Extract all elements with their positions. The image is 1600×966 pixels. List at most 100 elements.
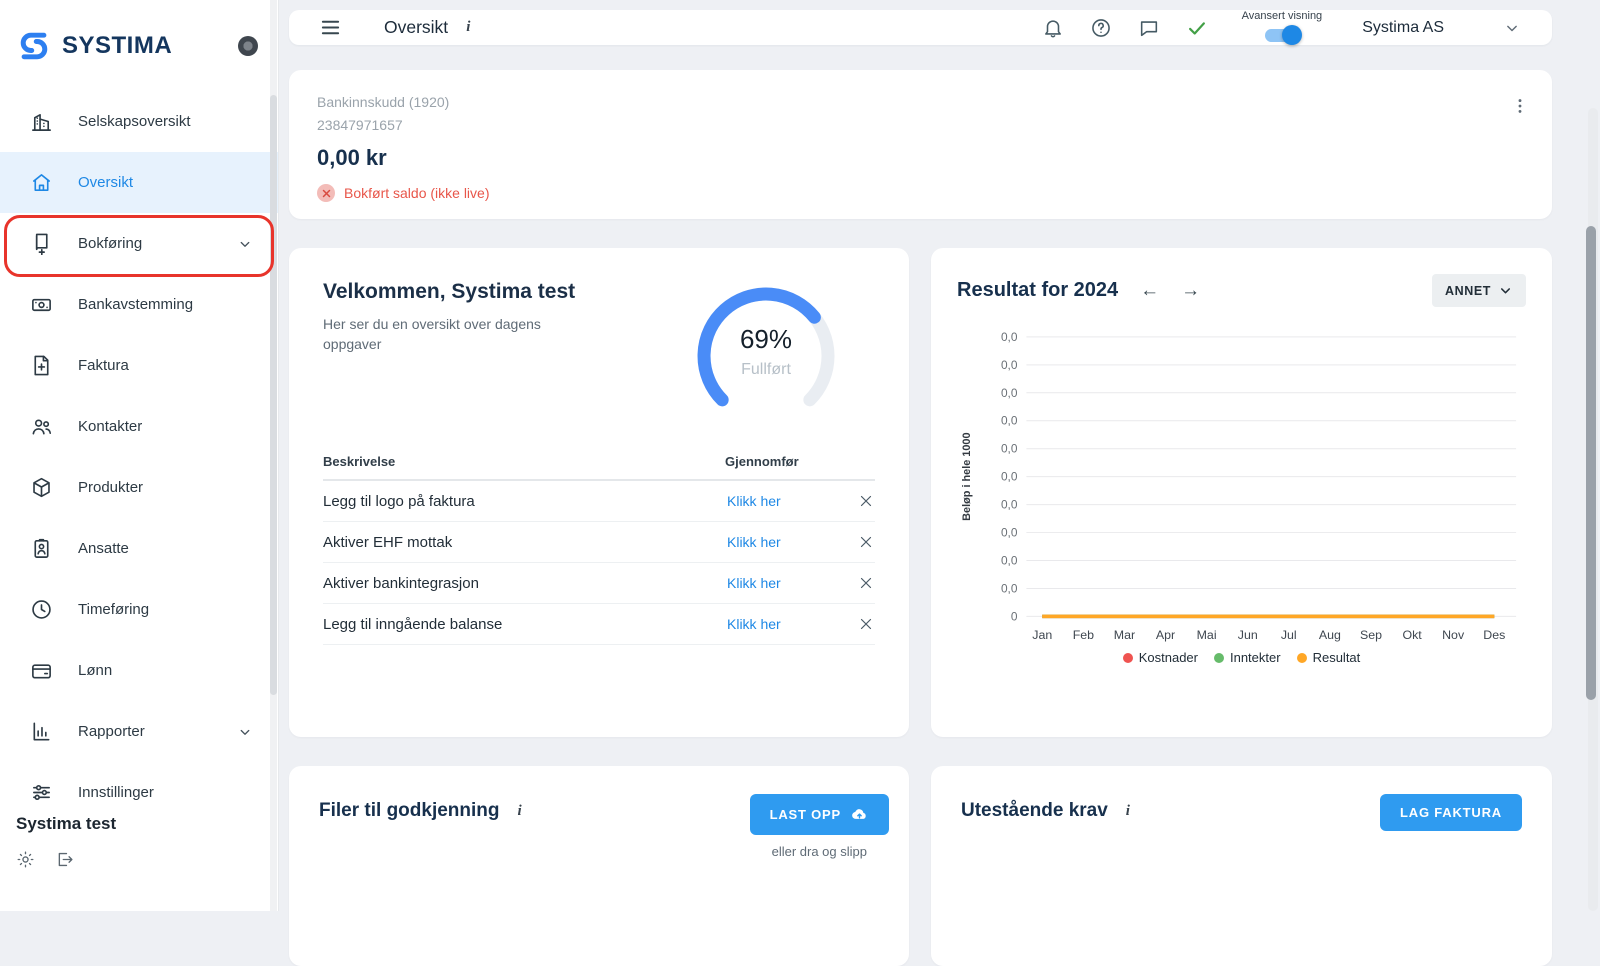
logo-text: SYSTIMA [62, 31, 173, 59]
gauge-caption: Fullført [741, 361, 791, 378]
sidebar-menu: Selskapsoversikt Oversikt Bokføring Bank… [0, 91, 278, 823]
legend-item-kostnader: Kostnader [1122, 650, 1198, 666]
hamburger-menu-icon[interactable] [319, 16, 342, 39]
sidebar-item-lonn[interactable]: Lønn [0, 640, 278, 701]
info-icon[interactable]: i [518, 803, 522, 820]
clock-icon [32, 600, 51, 619]
filter-button-label: ANNET [1444, 283, 1491, 298]
bottom-grid: Filer til godkjenning i LAST OPP eller d… [289, 766, 1552, 966]
more-options-icon[interactable] [1510, 96, 1530, 116]
sidebar-scrollbar-thumb[interactable] [270, 95, 277, 695]
table-row: Legg til logo på faktura Klikk her [323, 481, 875, 522]
user-name: Systima test [16, 814, 117, 833]
people-icon [32, 419, 52, 435]
sidebar-item-oversikt[interactable]: Oversikt [0, 152, 278, 213]
bank-balance: 0,00 kr [317, 145, 387, 170]
task-description: Legg til inngående balanse [323, 615, 503, 633]
sidebar-item-label: Bankavstemming [78, 296, 194, 313]
company-name: Systima AS [1362, 18, 1444, 36]
sidebar-item-bankavstemming[interactable]: Bankavstemming [0, 274, 278, 335]
bank-balance-card: Bankinnskudd (1920) 23847971657 0,00 kr … [289, 70, 1552, 219]
check-icon[interactable] [1186, 17, 1208, 39]
dismiss-x-icon[interactable] [857, 492, 875, 510]
logout-icon[interactable] [55, 850, 74, 869]
next-year-arrow-icon[interactable]: → [1181, 281, 1200, 300]
sidebar-item-timeforing[interactable]: Timeføring [0, 579, 278, 640]
svg-text:Jul: Jul [1281, 628, 1297, 642]
sidebar-item-selskapsoversikt[interactable]: Selskapsoversikt [0, 91, 278, 152]
topbar: Oversikt i Avansert visning Systima AS [289, 10, 1552, 45]
dashboard-grid: Velkommen, Systima test Her ser du en ov… [289, 248, 1552, 737]
claims-card-title: Utestående krav [961, 800, 1108, 821]
chart-filter-button[interactable]: ANNET [1431, 274, 1526, 307]
svg-text:0,0: 0,0 [1001, 470, 1018, 484]
upload-button[interactable]: LAST OPP [749, 794, 889, 835]
wallet-icon [32, 664, 51, 679]
task-action-link[interactable]: Klikk her [727, 493, 845, 509]
legend-label: Kostnader [1138, 650, 1198, 666]
result-title: Resultat for 2024 [957, 279, 1119, 301]
topbar-actions: Avansert visning Systima AS [1042, 10, 1522, 45]
svg-text:Okt: Okt [1402, 628, 1422, 642]
error-x-icon [317, 184, 335, 202]
welcome-subtitle: Her ser du en oversikt over dagens oppga… [323, 316, 541, 353]
dismiss-x-icon[interactable] [857, 574, 875, 592]
sidebar-scrollbar[interactable] [270, 0, 277, 911]
advanced-view-label: Avansert visning [1241, 10, 1323, 22]
svg-text:0,0: 0,0 [1001, 498, 1018, 512]
sidebar-item-label: Faktura [78, 357, 129, 374]
home-icon [33, 174, 50, 191]
notifications-bell-icon[interactable] [1042, 17, 1064, 39]
sidebar: SYSTIMA Selskapsoversikt Oversikt Bokfør… [0, 0, 279, 911]
create-invoice-label: LAG FAKTURA [1400, 805, 1502, 820]
progress-gauge: 69% Fullført [681, 276, 851, 428]
chat-icon[interactable] [1138, 17, 1160, 39]
info-icon[interactable]: i [1126, 803, 1130, 820]
svg-text:Jan: Jan [1032, 628, 1052, 642]
task-action-link[interactable]: Klikk her [727, 534, 845, 550]
sidebar-item-label: Bokføring [78, 235, 143, 252]
report-chart-icon [33, 722, 50, 741]
toggle-knob [1281, 25, 1302, 45]
page-title: Oversikt [384, 17, 449, 37]
sidebar-item-produkter[interactable]: Produkter [0, 457, 278, 518]
gear-icon[interactable] [16, 850, 35, 869]
company-selector[interactable]: Systima AS [1362, 18, 1522, 38]
sidebar-item-faktura[interactable]: Faktura [0, 335, 278, 396]
sidebar-item-label: Rapporter [78, 723, 145, 740]
chevron-down-icon [236, 235, 254, 253]
box-icon [33, 477, 50, 498]
svg-text:0,0: 0,0 [1001, 330, 1018, 344]
sidebar-item-rapporter[interactable]: Rapporter [0, 701, 278, 762]
svg-text:Beløp i hele 1000: Beløp i hele 1000 [961, 432, 973, 520]
app-root: SYSTIMA Selskapsoversikt Oversikt Bokfør… [0, 0, 1600, 966]
chevron-down-icon [1501, 288, 1510, 294]
dismiss-x-icon[interactable] [857, 615, 875, 633]
sidebar-item-kontakter[interactable]: Kontakter [0, 396, 278, 457]
page-scrollbar[interactable] [1586, 108, 1598, 911]
sidebar-collapse-button[interactable] [238, 35, 258, 56]
result-chart: 0,0 0,0 0,0 0,0 0,0 0,0 0,0 0,0 0,0 0,0 0 Jan Feb Mar… [961, 330, 1517, 642]
sidebar-item-ansatte[interactable]: Ansatte [0, 518, 278, 579]
svg-text:0,0: 0,0 [1001, 386, 1018, 400]
advanced-view-toggle[interactable] [1262, 25, 1302, 45]
main-area: Oversikt i Avansert visning Systima AS B… [279, 0, 1600, 966]
bank-account-number: 23847971657 [317, 117, 403, 133]
task-action-link[interactable]: Klikk her [727, 616, 845, 632]
legend-label: Resultat [1312, 650, 1361, 666]
svg-text:0,0: 0,0 [1001, 442, 1018, 456]
info-icon[interactable]: i [466, 19, 470, 36]
page-scrollbar-thumb[interactable] [1586, 226, 1596, 700]
prev-year-arrow-icon[interactable]: ← [1140, 281, 1159, 300]
task-action-link[interactable]: Klikk her [727, 575, 845, 591]
help-icon[interactable] [1090, 17, 1112, 39]
sidebar-item-bokforing[interactable]: Bokføring [0, 213, 278, 274]
chevron-down-icon [1502, 18, 1522, 38]
files-card-title: Filer til godkjenning [319, 800, 500, 821]
dismiss-x-icon[interactable] [857, 533, 875, 551]
result-chart-card: Resultat for 2024 ← → ANNET 0,0 0,0 0,0 0,0… [931, 248, 1552, 737]
task-table: Beskrivelse Gjennomfør Legg til logo på … [323, 454, 875, 645]
create-invoice-button[interactable]: LAG FAKTURA [1380, 794, 1522, 831]
sidebar-item-label: Produkter [78, 479, 144, 496]
svg-text:0,0: 0,0 [1001, 414, 1018, 428]
